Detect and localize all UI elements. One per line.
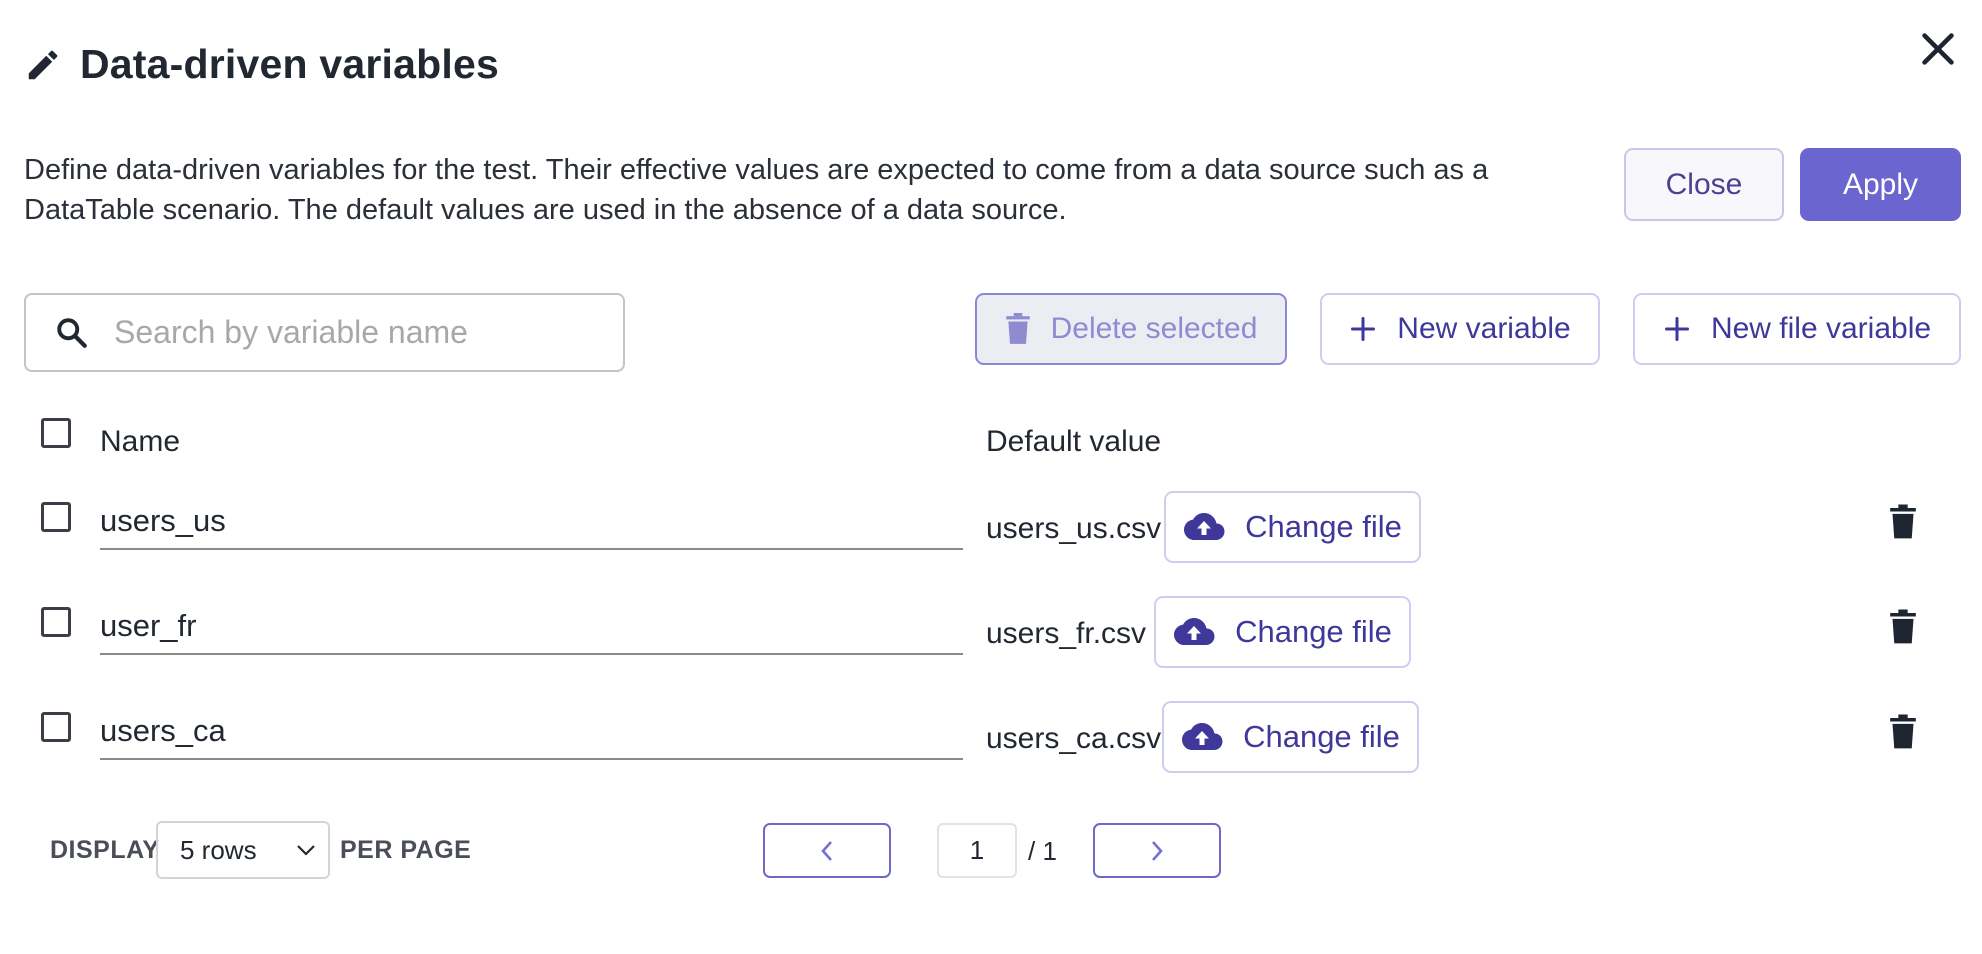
cloud-upload-icon bbox=[1174, 618, 1215, 645]
chevron-left-icon bbox=[821, 840, 832, 861]
new-variable-label: New variable bbox=[1397, 312, 1571, 345]
chevron-right-icon bbox=[1152, 840, 1163, 861]
plus-icon bbox=[1351, 316, 1376, 342]
close-button[interactable]: Close bbox=[1624, 148, 1784, 221]
cloud-upload-icon bbox=[1184, 513, 1225, 540]
display-label: DISPLAY bbox=[50, 836, 160, 864]
change-file-label: Change file bbox=[1235, 614, 1392, 649]
cloud-upload-icon bbox=[1182, 723, 1223, 750]
dialog-description: Define data-driven variables for the tes… bbox=[24, 154, 1489, 226]
close-icon[interactable] bbox=[1915, 26, 1961, 72]
search-box bbox=[24, 293, 625, 372]
per-page-label: PER PAGE bbox=[340, 836, 472, 864]
default-file-name: users_us.csv bbox=[986, 512, 1162, 545]
column-header-name: Name bbox=[100, 425, 181, 458]
delete-selected-button[interactable]: Delete selected bbox=[975, 293, 1287, 365]
page-total: / 1 bbox=[1028, 836, 1057, 866]
row-checkbox[interactable] bbox=[41, 712, 71, 742]
default-file-name: users_fr.csv bbox=[986, 617, 1147, 650]
delete-selected-label: Delete selected bbox=[1050, 312, 1258, 345]
pencil-icon bbox=[28, 50, 58, 80]
trash-icon bbox=[1005, 313, 1030, 344]
row-checkbox[interactable] bbox=[41, 607, 71, 637]
search-input[interactable] bbox=[112, 313, 596, 352]
default-file-name: users_ca.csv bbox=[986, 722, 1162, 755]
chevron-down-icon bbox=[297, 845, 315, 856]
rows-per-page-select[interactable]: 5 rows bbox=[156, 821, 330, 879]
new-variable-button[interactable]: New variable bbox=[1320, 293, 1600, 365]
rows-per-page-value: 5 rows bbox=[180, 834, 257, 865]
trash-icon[interactable] bbox=[1889, 609, 1917, 645]
column-header-default-value: Default value bbox=[986, 425, 1162, 458]
change-file-label: Change file bbox=[1245, 509, 1402, 544]
change-file-label: Change file bbox=[1243, 719, 1400, 754]
variable-name-input[interactable]: users_ca bbox=[100, 710, 963, 760]
change-file-button[interactable]: Change file bbox=[1162, 701, 1419, 773]
row-checkbox[interactable] bbox=[41, 502, 71, 532]
search-icon bbox=[57, 317, 87, 348]
new-file-variable-label: New file variable bbox=[1710, 312, 1932, 345]
trash-icon[interactable] bbox=[1889, 504, 1917, 540]
change-file-button[interactable]: Change file bbox=[1164, 491, 1421, 563]
plus-icon bbox=[1664, 316, 1689, 342]
variable-name-input[interactable]: users_us bbox=[100, 500, 963, 550]
dialog-title: Data-driven variables bbox=[80, 41, 499, 87]
change-file-button[interactable]: Change file bbox=[1154, 596, 1411, 668]
previous-page-button[interactable] bbox=[763, 823, 891, 878]
new-file-variable-button[interactable]: New file variable bbox=[1633, 293, 1961, 365]
page-number-input[interactable]: 1 bbox=[937, 823, 1017, 878]
select-all-checkbox[interactable] bbox=[41, 418, 71, 448]
variable-name-input[interactable]: user_fr bbox=[100, 605, 963, 655]
next-page-button[interactable] bbox=[1093, 823, 1221, 878]
trash-icon[interactable] bbox=[1889, 714, 1917, 750]
apply-button[interactable]: Apply bbox=[1800, 148, 1961, 221]
